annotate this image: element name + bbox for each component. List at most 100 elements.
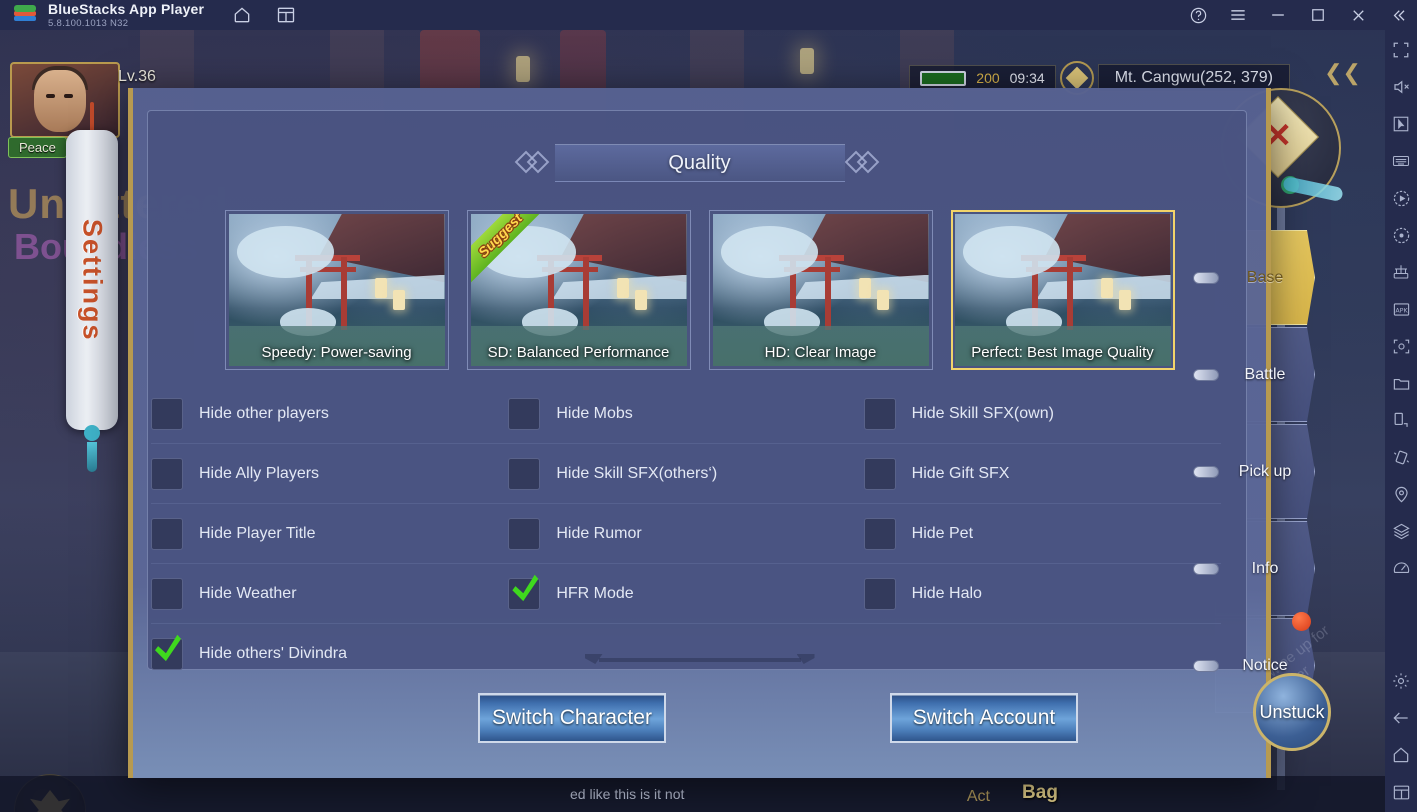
toggle-hide-rumor[interactable]: Hide Rumor <box>508 517 863 550</box>
scroll-indicator[interactable] <box>584 654 815 666</box>
mute-icon[interactable] <box>1389 75 1413 99</box>
minimize-icon[interactable] <box>1267 4 1289 26</box>
install-apk-icon[interactable]: APK <box>1389 297 1413 321</box>
checkbox-icon[interactable] <box>863 577 896 610</box>
toggle-hide-pet[interactable]: Hide Pet <box>863 517 1221 550</box>
rotate-screen-icon[interactable] <box>1389 408 1413 432</box>
cursor-icon[interactable] <box>1389 112 1413 136</box>
pin-icon <box>1193 563 1219 575</box>
quality-option-label: Speedy: Power-saving <box>261 344 412 361</box>
checkbox-icon[interactable] <box>151 577 183 610</box>
toggle-label: Hide Rumor <box>556 524 642 542</box>
toggle-hide-others-divindra[interactable]: Hide others' Divindra <box>151 637 509 670</box>
multi-instance-icon[interactable] <box>276 5 296 25</box>
title-ornament-left-icon <box>514 146 552 180</box>
toggle-row: Hide Weather HFR Mode Hide Halo <box>151 564 1221 623</box>
pin-icon <box>1193 369 1219 381</box>
unstuck-button[interactable]: Unstuck <box>1253 673 1331 751</box>
dialog-footer: Switch Character Switch Account Unstuck <box>133 670 1331 778</box>
location-icon[interactable] <box>1389 482 1413 506</box>
switch-character-button[interactable]: Switch Character <box>478 693 666 743</box>
sidebar-item-label: Battle <box>1244 365 1286 383</box>
player-level: Lv.36 <box>118 68 156 85</box>
home-icon[interactable] <box>232 5 252 25</box>
close-icon[interactable] <box>1347 4 1369 26</box>
quality-option-label: HD: Clear Image <box>764 344 877 361</box>
back-icon[interactable] <box>1389 706 1413 730</box>
checkbox-icon[interactable] <box>151 397 183 430</box>
pin-icon <box>1193 660 1219 672</box>
window-controls <box>1187 0 1409 30</box>
checkbox-icon[interactable] <box>508 397 541 430</box>
screenshot-icon[interactable] <box>1389 334 1413 358</box>
bag-button[interactable]: Bag <box>1010 776 1070 810</box>
checkbox-icon[interactable] <box>508 517 541 550</box>
toggle-hide-ally-players[interactable]: Hide Ally Players <box>151 457 508 490</box>
eco-mode-icon[interactable] <box>1389 223 1413 247</box>
player-portrait[interactable] <box>10 62 120 138</box>
quality-option-speedy[interactable]: Speedy: Power-saving <box>224 210 449 370</box>
performance-icon[interactable] <box>1389 556 1413 580</box>
section-title: Quality <box>668 151 731 174</box>
toggle-hide-weather[interactable]: Hide Weather <box>151 577 508 610</box>
settings-gear-icon[interactable] <box>1389 669 1413 693</box>
toggle-label: Hide Skill SFX(others‘) <box>556 464 718 482</box>
toggle-label: Hide Player Title <box>199 524 316 542</box>
app-title: BlueStacks App Player <box>48 0 205 17</box>
keyboard-controls-icon[interactable] <box>1389 149 1413 173</box>
checkbox-icon[interactable] <box>863 397 896 430</box>
toggle-label: Hide Gift SFX <box>911 464 1010 482</box>
switch-account-button[interactable]: Switch Account <box>890 693 1078 743</box>
toggle-label: Hide Weather <box>199 584 297 602</box>
shake-icon[interactable] <box>1389 445 1413 469</box>
quality-option-list: Speedy: Power-saving Suggest SD: Balance… <box>224 210 1175 370</box>
toggle-hfr-mode[interactable]: HFR Mode <box>508 577 863 610</box>
toggle-row: Hide other players Hide Mobs Hide Skill … <box>151 384 1221 443</box>
settings-tab-label: Settings <box>77 218 108 342</box>
settings-tab[interactable]: Settings <box>66 130 118 430</box>
quality-option-perfect[interactable]: Perfect: Best Image Quality <box>950 210 1175 370</box>
chat-bar[interactable]: ed like this is it not <box>0 776 1385 812</box>
toggle-hide-other-players[interactable]: Hide other players <box>151 397 508 430</box>
collapse-sidebar-icon[interactable] <box>1387 4 1409 26</box>
recent-apps-icon[interactable] <box>1389 780 1413 804</box>
quality-option-sd[interactable]: Suggest SD: Balanced Performance <box>466 210 691 370</box>
toggle-label: Hide Ally Players <box>199 464 320 482</box>
act-button[interactable]: Act <box>967 788 990 806</box>
checkbox-icon[interactable] <box>151 637 183 670</box>
maximize-icon[interactable] <box>1307 4 1329 26</box>
quality-option-hd[interactable]: HD: Clear Image <box>708 210 933 370</box>
media-folder-icon[interactable] <box>1389 371 1413 395</box>
toggle-hide-player-title[interactable]: Hide Player Title <box>151 517 508 550</box>
toggle-row: Hide Player Title Hide Rumor Hide Pet <box>151 504 1221 563</box>
checkbox-icon[interactable] <box>863 457 896 490</box>
bluestacks-logo-icon <box>14 4 36 26</box>
toggle-hide-skill-sfx-others[interactable]: Hide Skill SFX(others‘) <box>508 457 863 490</box>
help-icon[interactable] <box>1187 4 1209 26</box>
player-state-tag: Peace <box>8 137 67 158</box>
toggle-hide-mobs[interactable]: Hide Mobs <box>508 397 863 430</box>
app-version: 5.8.100.1013 N32 <box>48 17 129 29</box>
toggle-hide-skill-sfx-own[interactable]: Hide Skill SFX(own) <box>863 397 1221 430</box>
home-nav-icon[interactable] <box>1389 743 1413 767</box>
pin-icon <box>1193 466 1219 478</box>
toggle-hide-gift-sfx[interactable]: Hide Gift SFX <box>863 457 1221 490</box>
fullscreen-icon[interactable] <box>1389 38 1413 62</box>
toggle-hide-halo[interactable]: Hide Halo <box>863 577 1221 610</box>
macro-record-icon[interactable] <box>1389 186 1413 210</box>
layers-icon[interactable] <box>1389 519 1413 543</box>
clock-value: 09:34 <box>1009 70 1045 86</box>
sidebar-item-label: Pick up <box>1238 462 1292 480</box>
toggle-label: Hide Halo <box>911 584 982 602</box>
checkbox-icon[interactable] <box>863 517 896 550</box>
multi-instance-sync-icon[interactable] <box>1389 260 1413 284</box>
sidebar-item-label: Base <box>1246 268 1284 286</box>
checkbox-icon[interactable] <box>151 517 183 550</box>
menu-icon[interactable] <box>1227 4 1249 26</box>
notification-badge-icon <box>1292 612 1311 631</box>
chevron-ornament-icon: ❮❮ <box>1324 60 1361 85</box>
battery-icon <box>920 70 967 86</box>
checkbox-icon[interactable] <box>508 457 541 490</box>
checkbox-icon[interactable] <box>508 577 541 610</box>
checkbox-icon[interactable] <box>151 457 183 490</box>
